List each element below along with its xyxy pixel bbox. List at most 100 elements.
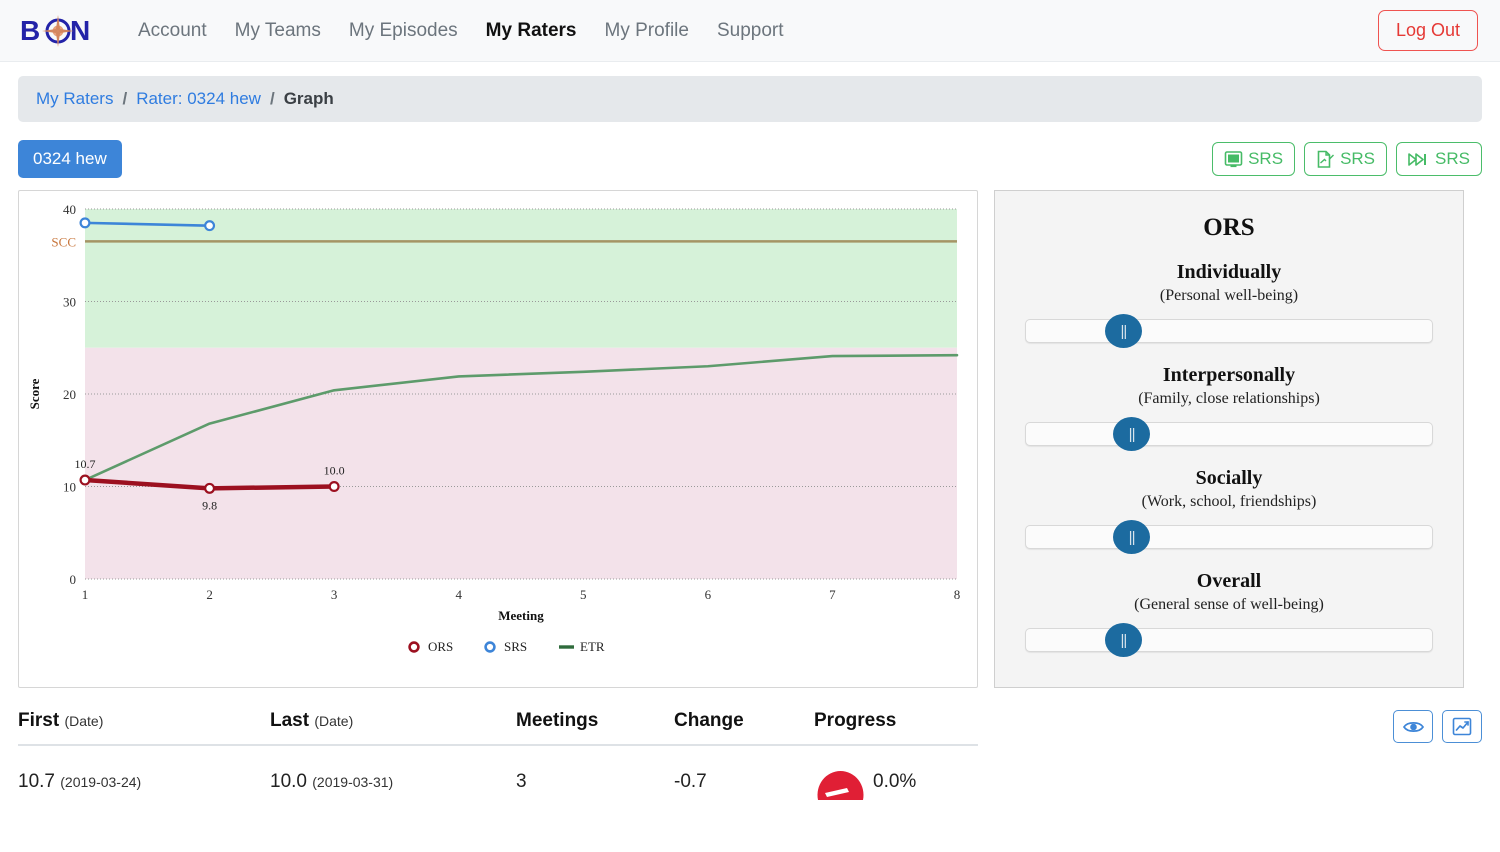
srs-display-button[interactable]: SRS xyxy=(1212,142,1296,176)
monitor-icon xyxy=(1224,150,1243,167)
x-tick-label: 7 xyxy=(829,587,836,602)
x-axis-label: Meeting xyxy=(498,608,544,623)
legend-label-etr: ETR xyxy=(580,639,605,654)
ors-label-overall: Overall xyxy=(1196,570,1262,592)
nav-link-account[interactable]: Account xyxy=(124,14,221,48)
document-edit-icon xyxy=(1317,150,1335,168)
ors-slider-interpersonally[interactable] xyxy=(1025,417,1433,451)
x-tick-label: 1 xyxy=(82,587,89,602)
data-point-label: 10.0 xyxy=(324,464,345,478)
ors-sub-socially: (Work, school, friendships) xyxy=(1141,493,1317,510)
svg-text:B: B xyxy=(20,15,40,46)
chart-card: 0 10 20 30 40 SCC 1 2 3 4 5 6 7 8 Meeting Score 10.7 9.8 1… xyxy=(18,190,978,688)
compass-rose-icon: B N xyxy=(20,14,90,47)
nav-link-support[interactable]: Support xyxy=(703,14,798,48)
th-first-sub: (Date) xyxy=(64,713,104,729)
cell-meetings: 3 xyxy=(516,771,527,792)
data-point-srs[interactable] xyxy=(79,217,91,229)
y-tick-label: 20 xyxy=(63,387,76,402)
x-tick-label: 2 xyxy=(206,587,213,602)
slider-thumb[interactable] xyxy=(1104,623,1142,657)
ors-slider-individually[interactable] xyxy=(1025,314,1433,348)
chart-band-clinical-range-upper xyxy=(85,209,957,348)
reference-line-label: SCC xyxy=(51,234,76,249)
ors-sub-individually: (Personal well-being) xyxy=(1159,287,1299,304)
summary-section: First (Date) Last (Date) Meetings Change… xyxy=(0,688,1500,812)
y-tick-label: 30 xyxy=(63,295,76,310)
data-point-ors[interactable] xyxy=(204,482,216,494)
ors-label-individually: Individually xyxy=(1176,261,1282,283)
breadcrumb-item-my-raters[interactable]: My Raters xyxy=(36,89,113,109)
table-row: 10.7 (2019-03-24) 10.0 (2019-03-31) 3 -0… xyxy=(18,745,978,812)
breadcrumb-separator: / xyxy=(269,89,275,108)
gauge-icon xyxy=(817,771,864,800)
srs-button-group: SRS SRS SRS xyxy=(1212,142,1482,176)
nav-link-my-profile[interactable]: My Profile xyxy=(591,14,703,48)
ors-item-socially: Socially (Work, school, friendships) xyxy=(1025,467,1433,554)
th-first-main: First xyxy=(18,710,60,731)
x-tick-label: 3 xyxy=(331,587,338,602)
progress-chart[interactable]: 0 10 20 30 40 SCC 1 2 3 4 5 6 7 8 Meeting Score 10.7 9.8 1… xyxy=(19,191,977,687)
slider-track[interactable] xyxy=(1025,319,1433,343)
ors-sub-overall: (General sense of well-being) xyxy=(1134,596,1324,613)
ors-item-overall: Overall (General sense of well-being) xyxy=(1025,570,1433,657)
ors-item-individually: Individually (Personal well-being) xyxy=(1025,261,1433,348)
y-axis-label: Score xyxy=(27,378,42,409)
srs-skip-label: SRS xyxy=(1435,149,1470,168)
first-date: (2019-03-24) xyxy=(60,774,142,790)
data-point-label: 10.7 xyxy=(75,457,96,471)
progress-value: 0.0% xyxy=(873,771,917,792)
logout-button[interactable]: Log Out xyxy=(1377,10,1478,51)
data-point-ors[interactable] xyxy=(79,474,91,486)
data-point-label: 9.8 xyxy=(202,498,217,512)
breadcrumb-item-rater[interactable]: Rater: 0324 hew xyxy=(136,89,261,109)
th-meetings: Meetings xyxy=(516,696,674,746)
nav-link-my-episodes[interactable]: My Episodes xyxy=(335,14,472,48)
x-tick-label: 6 xyxy=(705,587,712,602)
y-tick-label: 10 xyxy=(63,480,76,495)
ors-slider-overall[interactable] xyxy=(1025,623,1433,657)
rater-badge-button[interactable]: 0324 hew xyxy=(18,140,122,178)
y-tick-label: 40 xyxy=(63,202,76,217)
cell-change: -0.7 xyxy=(674,771,707,792)
last-date: (2019-03-31) xyxy=(312,774,394,790)
breadcrumb: My Raters / Rater: 0324 hew / Graph xyxy=(18,76,1482,122)
slider-track[interactable] xyxy=(1025,422,1433,446)
breadcrumb-item-graph: Graph xyxy=(283,89,334,108)
ors-item-interpersonally: Interpersonally (Family, close relations… xyxy=(1025,364,1433,451)
x-tick-label: 8 xyxy=(954,587,961,602)
nav-link-my-teams[interactable]: My Teams xyxy=(221,14,335,48)
last-value: 10.0 xyxy=(270,771,307,792)
ors-sub-interpersonally: (Family, close relationships) xyxy=(1138,390,1320,407)
ors-label-socially: Socially xyxy=(1195,467,1263,489)
srs-skip-button[interactable]: SRS xyxy=(1396,142,1482,176)
chart-line-icon xyxy=(1452,717,1472,736)
graph-button[interactable] xyxy=(1442,710,1482,743)
slider-thumb[interactable] xyxy=(1104,314,1142,348)
ors-slider-socially[interactable] xyxy=(1025,520,1433,554)
cell-first: 10.7 (2019-03-24) xyxy=(18,745,270,812)
eye-icon xyxy=(1402,721,1424,732)
cell-progress: 0.0% xyxy=(814,745,978,812)
slider-track[interactable] xyxy=(1025,628,1433,652)
th-first: First (Date) xyxy=(18,696,270,746)
legend-label-srs: SRS xyxy=(504,639,527,654)
data-point-srs[interactable] xyxy=(204,220,216,232)
brand-logo[interactable]: B N xyxy=(20,13,98,49)
data-point-ors[interactable] xyxy=(328,481,340,493)
slider-thumb[interactable] xyxy=(1113,520,1151,554)
nav-link-my-raters[interactable]: My Raters xyxy=(472,14,591,48)
slider-thumb[interactable] xyxy=(1113,417,1151,451)
legend-label-ors: ORS xyxy=(428,639,453,654)
srs-edit-button[interactable]: SRS xyxy=(1304,142,1388,176)
summary-table: First (Date) Last (Date) Meetings Change… xyxy=(18,696,978,812)
skip-forward-icon xyxy=(1408,152,1427,166)
ors-panel-title: ORS xyxy=(1203,214,1255,241)
cell-last: 10.0 (2019-03-31) xyxy=(270,745,516,812)
view-button[interactable] xyxy=(1393,710,1433,743)
svg-text:N: N xyxy=(70,15,90,46)
ors-label-interpersonally: Interpersonally xyxy=(1162,364,1296,386)
slider-track[interactable] xyxy=(1025,525,1433,549)
breadcrumb-wrapper: My Raters / Rater: 0324 hew / Graph xyxy=(0,62,1500,122)
x-tick-label: 5 xyxy=(580,587,587,602)
